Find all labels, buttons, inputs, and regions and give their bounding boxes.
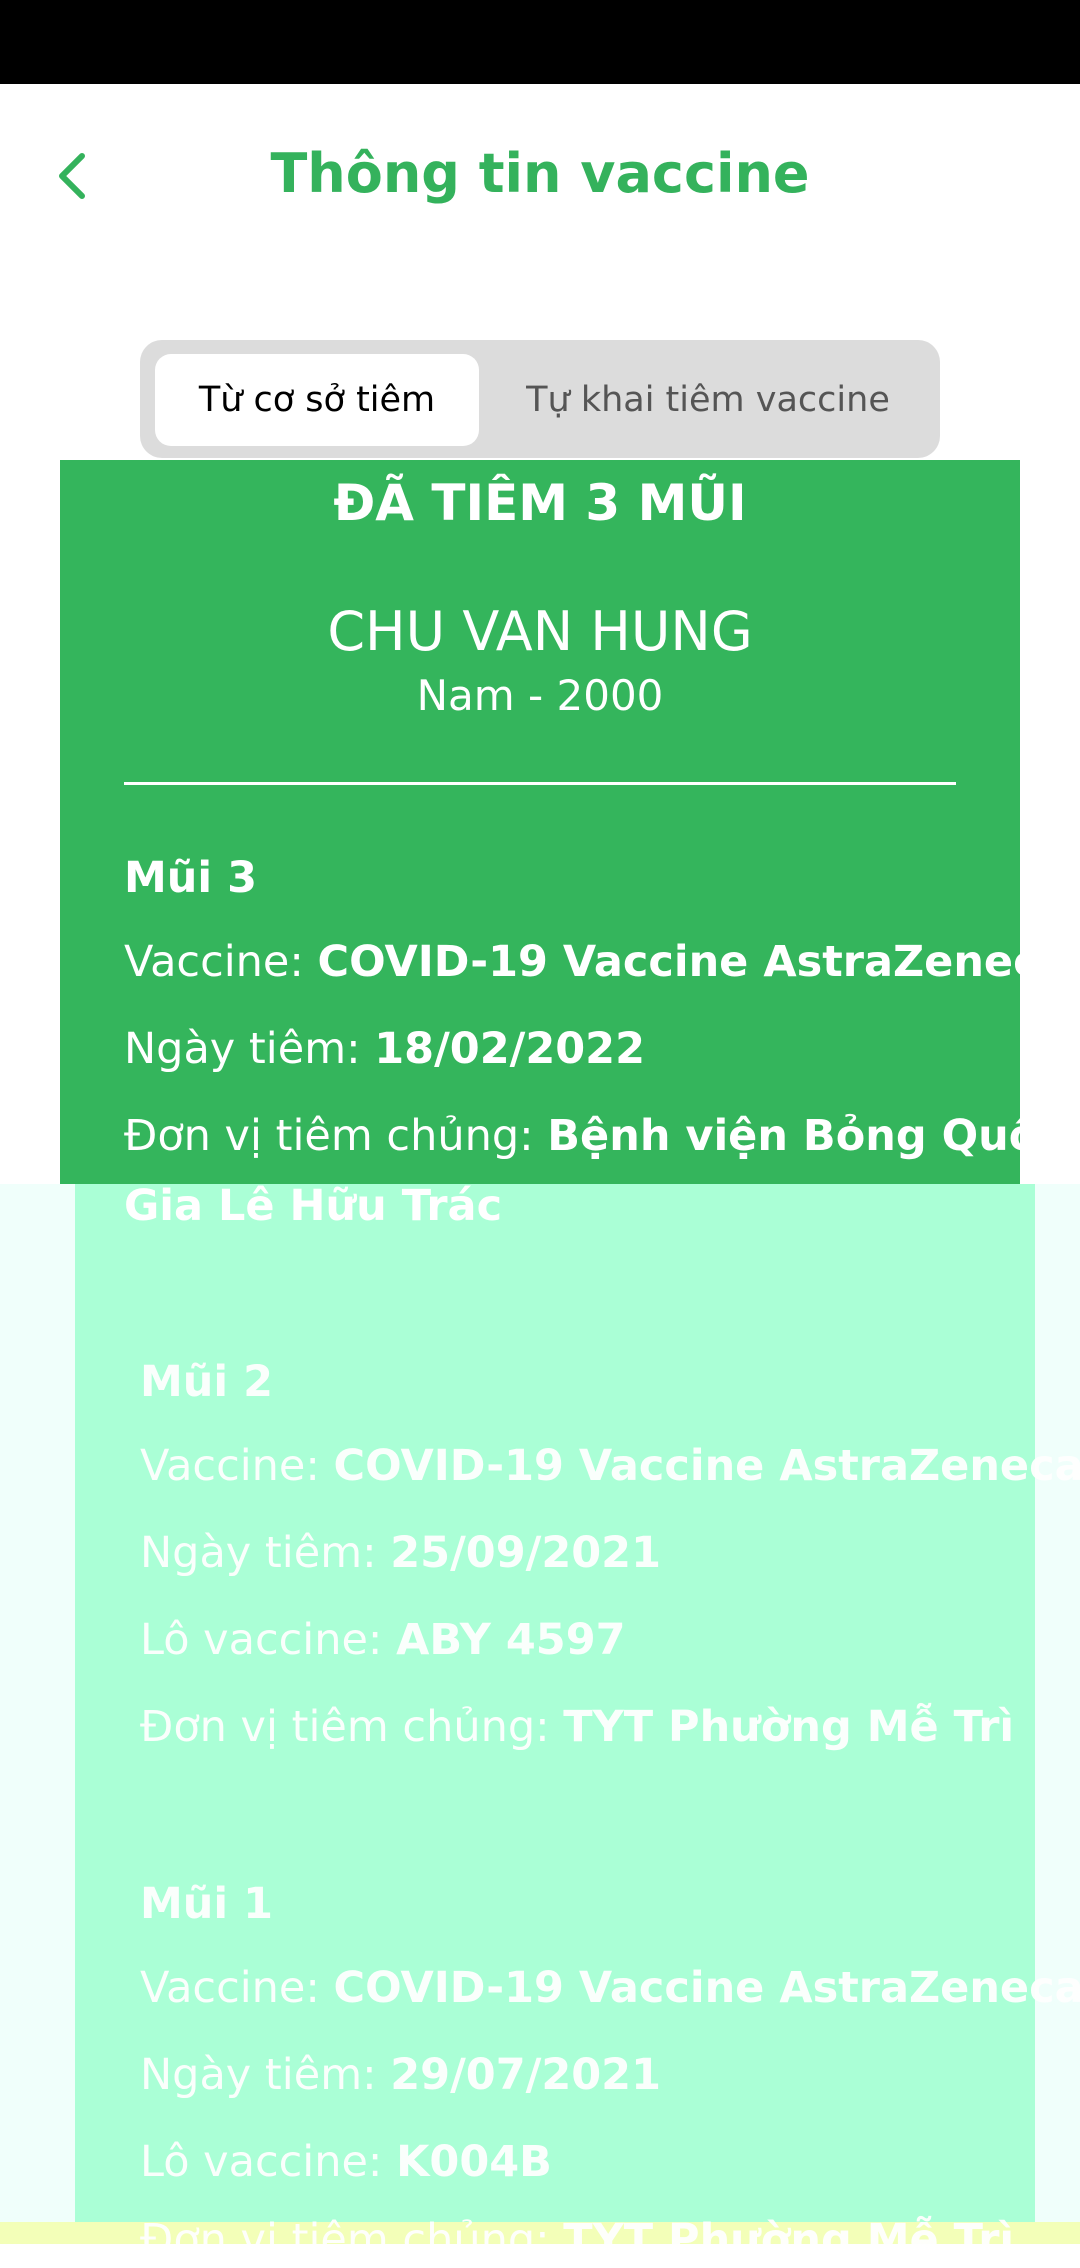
patient-name: CHU VAN HUNG	[327, 600, 753, 663]
dose-2-title: Mũi 2	[140, 1357, 274, 1407]
vaccination-card	[60, 460, 1020, 1200]
dose-1-vaccine: Vaccine: COVID-19 Vaccine AstraZeneca	[140, 1963, 1080, 2013]
overlay-edge-left	[0, 1184, 75, 2222]
tab-from-facility[interactable]: Từ cơ sở tiêm	[155, 354, 479, 446]
dose-3-title: Mũi 3	[124, 853, 258, 903]
dose-1-lot: Lô vaccine: K004B	[140, 2137, 552, 2187]
status-bar	[0, 0, 1080, 84]
patient-gender-year: Nam - 2000	[416, 671, 664, 720]
dose-1-date: Ngày tiêm: 29/07/2021	[140, 2050, 661, 2100]
segmented-control: Từ cơ sở tiêm Tự khai tiêm vaccine	[140, 340, 940, 458]
divider	[124, 782, 956, 785]
dose-count: ĐÃ TIÊM 3 MŨI	[333, 474, 747, 532]
dose-2-unit: Đơn vị tiêm chủng: TYT Phường Mễ Trì	[140, 1702, 1015, 1752]
tab-self-declared[interactable]: Tự khai tiêm vaccine	[490, 354, 926, 446]
dose-3-vaccine: Vaccine: COVID-19 Vaccine AstraZeneca	[124, 937, 1068, 987]
dose-1-title: Mũi 1	[140, 1879, 274, 1929]
dose-1-unit: Đơn vị tiêm chủng: TYT Phường Mễ Trì	[140, 2215, 1015, 2265]
page-title: Thông tin vaccine	[270, 142, 810, 205]
dose-3-unit: Đơn vị tiêm chủng: Bệnh viện Bỏng Quốc	[124, 1111, 1064, 1161]
dose-2-vaccine: Vaccine: COVID-19 Vaccine AstraZeneca	[140, 1441, 1080, 1491]
dose-2-date: Ngày tiêm: 25/09/2021	[140, 1528, 661, 1578]
dose-3-date: Ngày tiêm: 18/02/2022	[124, 1024, 645, 1074]
dose-3-unit-cont: Gia Lê Hữu Trác	[124, 1181, 503, 1231]
overlay-edge-right	[1035, 1184, 1080, 2222]
dose-2-lot: Lô vaccine: ABY 4597	[140, 1615, 626, 1665]
